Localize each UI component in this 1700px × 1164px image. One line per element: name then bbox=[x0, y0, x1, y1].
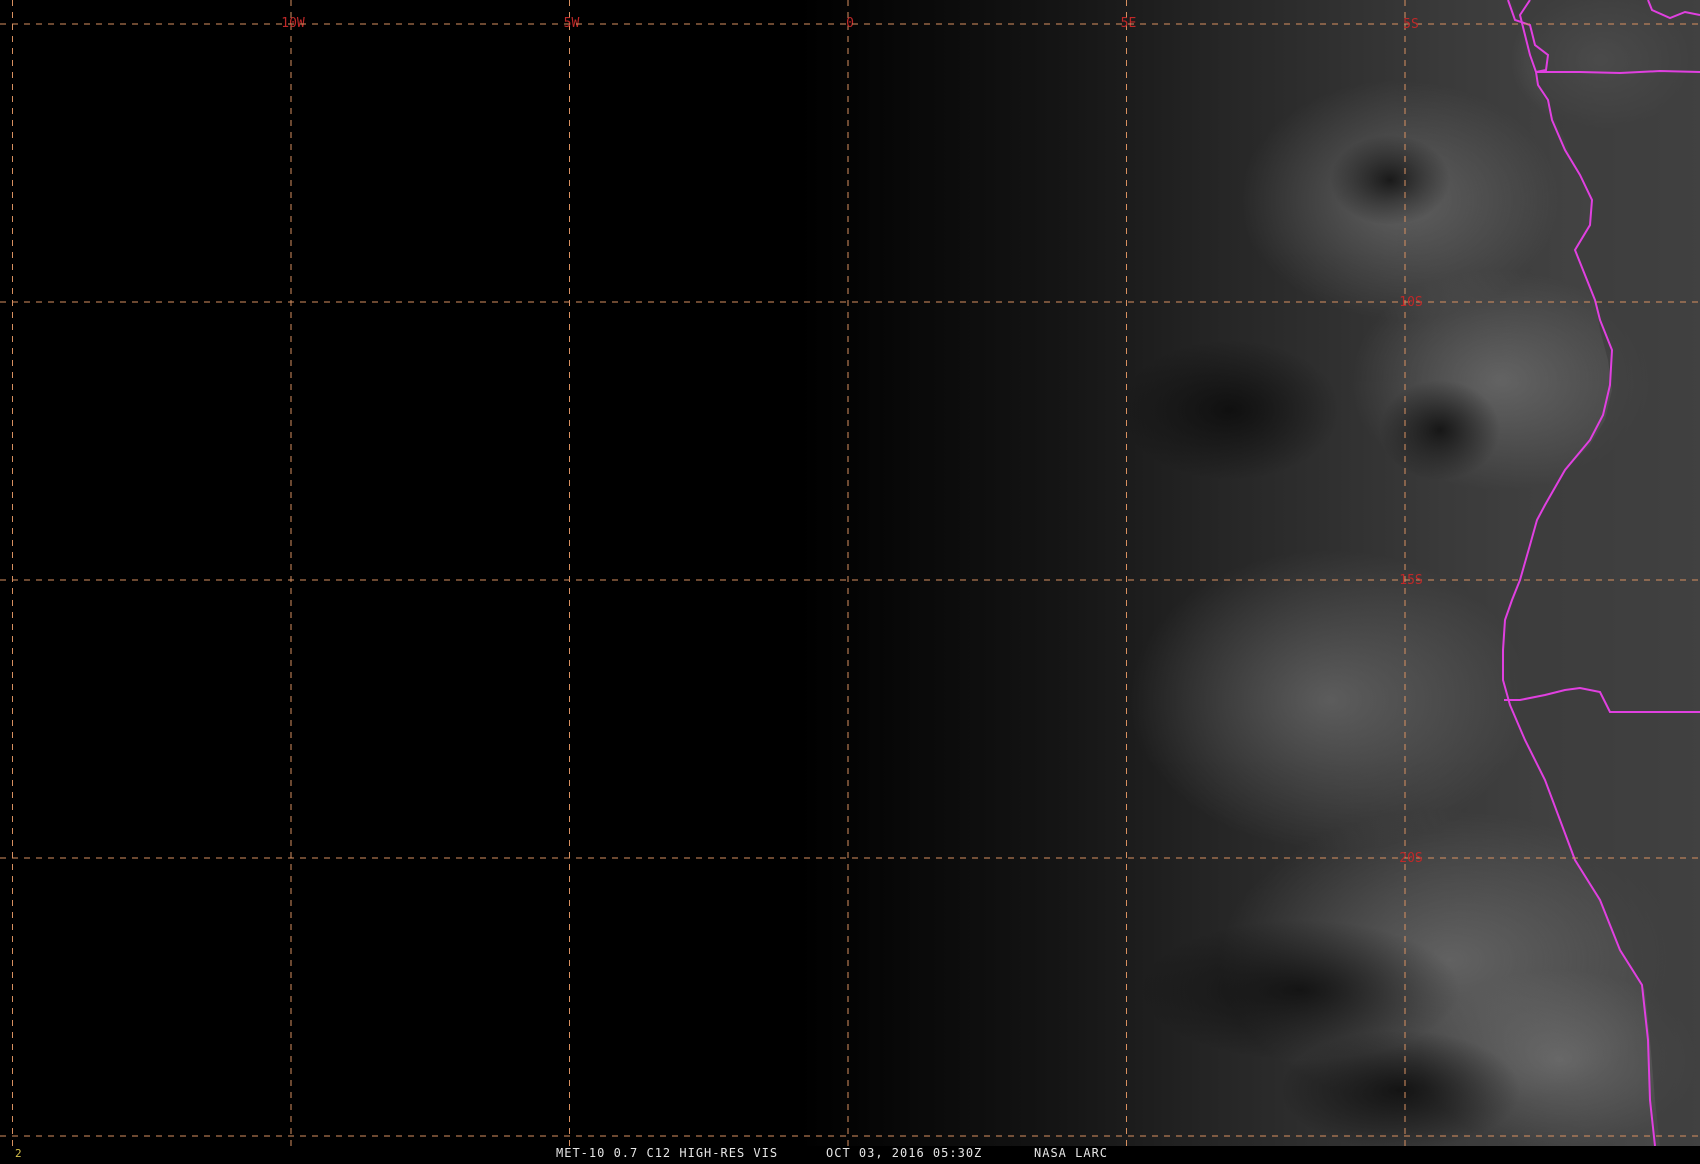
latitude-label: 5S bbox=[1403, 17, 1419, 32]
latitude-label: 15S bbox=[1399, 573, 1422, 588]
latitude-label: 10S bbox=[1399, 295, 1422, 310]
satellite-image: 10W 5W 0 5E 5S10S15S20S bbox=[0, 0, 1700, 1150]
product-label: MET-10 0.7 C12 HIGH-RES VIS bbox=[556, 1146, 779, 1160]
source-label: NASA LARC bbox=[1034, 1146, 1109, 1160]
satellite-map: 10W 5W 0 5E 5S 10S 15S 20S 2 MET-10 0.7 C12 HIG… bbox=[0, 0, 1700, 1160]
frame-number: 2 bbox=[15, 1147, 22, 1160]
datetime-label: OCT 03, 2016 05:30Z bbox=[826, 1146, 983, 1160]
latitude-label: 20S bbox=[1399, 851, 1422, 866]
